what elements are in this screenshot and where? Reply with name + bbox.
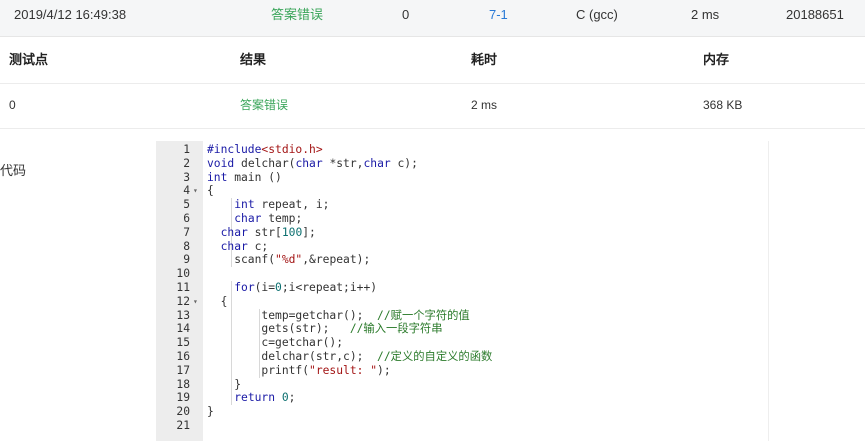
code-section-label: 代码 (0, 163, 27, 178)
code-text: void delchar(char *str,char c); (207, 156, 418, 170)
header-testpoint: 测试点 (9, 52, 49, 67)
code-text: char temp; (234, 211, 303, 225)
line-number: 8 (183, 239, 190, 253)
line-number: 12 (176, 294, 190, 308)
line-number: 11 (176, 280, 190, 294)
line-number: 2 (183, 156, 190, 170)
code-text: c=getchar(); (207, 336, 344, 350)
code-text: printf("result: "); (207, 363, 391, 377)
code-lines: 1 #include<stdio.h> 2 void delchar(char *st… (156, 143, 768, 433)
code-line: 3 int main () (156, 171, 768, 185)
line-number: 9 (183, 253, 190, 267)
code-line: 18 } (156, 377, 768, 392)
table-row: 0 答案错误 2 ms 368 KB (0, 84, 865, 129)
code-line: 9 scanf("%d",&repeat); (156, 253, 768, 268)
line-number: 21 (176, 418, 190, 432)
problem-link[interactable]: 7-1 (489, 7, 508, 23)
code-line: 6 char temp; (156, 211, 768, 226)
line-number: 5 (183, 198, 190, 212)
code-line: 21 (156, 419, 768, 433)
line-number: 13 (176, 308, 190, 322)
code-text: delchar(str,c); //定义的自定义的函数 (207, 349, 493, 363)
code-text: char str[100]; (220, 225, 316, 239)
line-number: 18 (176, 377, 190, 391)
fold-toggle-icon[interactable]: ▾ (193, 295, 198, 309)
code-line: 7 char str[100]; (156, 225, 768, 240)
line-number: 17 (176, 363, 190, 377)
code-text: return 0; (234, 391, 296, 405)
code-line: 15 c=getchar(); (156, 336, 768, 350)
line-number: 14 (176, 322, 190, 336)
line-number: 10 (176, 267, 190, 281)
code-text: int main () (207, 170, 282, 184)
code-text: gets(str); //输入一段字符串 (207, 322, 443, 336)
line-number: 20 (176, 405, 190, 419)
code-line: 12 ▾ { (156, 294, 768, 309)
code-text: char c; (220, 239, 269, 253)
code-text: for(i=0;i<repeat;i++) (234, 280, 378, 294)
code-line: 1 #include<stdio.h> (156, 143, 768, 157)
row-memory: 368 KB (703, 98, 743, 112)
indent-guide (231, 294, 232, 309)
line-number: 4 (183, 184, 190, 198)
code-text: } (207, 405, 214, 419)
line-number: 1 (183, 143, 190, 156)
testpoint-table-header: 测试点 结果 耗时 内存 (0, 37, 865, 84)
line-number: 16 (176, 349, 190, 363)
line-number: 19 (176, 391, 190, 405)
submission-time: 2019/4/12 16:49:38 (14, 7, 127, 22)
code-line: 10 (156, 267, 768, 281)
submission-status: 答案错误 (271, 7, 324, 22)
code-text: scanf("%d",&repeat); (207, 253, 371, 267)
submission-user: 20188651 (786, 7, 844, 22)
header-memory: 内存 (703, 52, 730, 67)
code-line: 11 for(i=0;i<repeat;i++) (156, 280, 768, 295)
code-line: 4 ▾ { (156, 184, 768, 198)
header-result: 结果 (240, 52, 267, 67)
line-number: 6 (183, 211, 190, 225)
code-line: 16 delchar(str,c); //定义的自定义的函数 (156, 349, 768, 364)
code-line: 20} (156, 405, 768, 419)
code-text: temp=getchar(); //赋一个字符的值 (207, 308, 470, 322)
row-result: 答案错误 (240, 98, 289, 112)
header-time: 耗时 (471, 52, 498, 67)
code-text: } (207, 377, 242, 391)
submission-compiler: C (gcc) (576, 7, 618, 22)
line-number: 15 (176, 336, 190, 350)
code-line: 17 printf("result: "); (156, 363, 768, 378)
row-testpoint: 0 (9, 98, 16, 112)
code-line: 8 char c; (156, 239, 768, 254)
code-line: 13 temp=getchar(); //赋一个字符的值 (156, 308, 768, 323)
line-number: 3 (183, 170, 190, 184)
code-text: int repeat, i; (234, 198, 330, 212)
line-number: 7 (183, 225, 190, 239)
code-line: 5 int repeat, i; (156, 198, 768, 212)
code-line: 19 return 0; (156, 391, 768, 406)
code-text: { (207, 184, 214, 198)
submission-summary-row: 2019/4/12 16:49:38 答案错误 0 7-1 C (gcc) 2 … (0, 0, 865, 37)
submission-score: 0 (402, 7, 410, 22)
row-time: 2 ms (471, 98, 498, 112)
fold-toggle-icon[interactable]: ▾ (193, 184, 198, 198)
code-line: 14 gets(str); //输入一段字符串 (156, 322, 768, 337)
code-text: { (207, 294, 228, 308)
code-editor[interactable]: 1 #include<stdio.h> 2 void delchar(char *st… (156, 141, 769, 441)
submission-runtime: 2 ms (691, 7, 720, 22)
code-line: 2 void delchar(char *str,char c); (156, 157, 768, 171)
code-text: #include<stdio.h> (207, 143, 323, 156)
